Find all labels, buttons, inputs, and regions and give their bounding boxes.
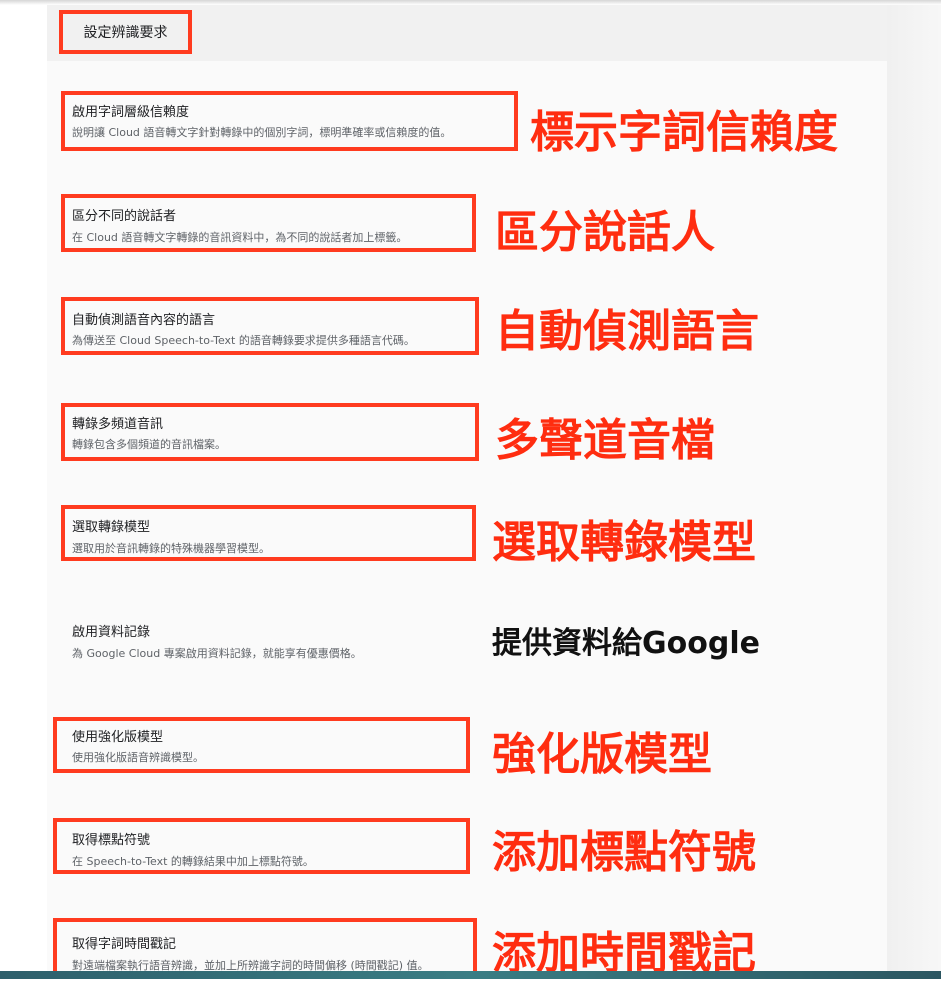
row-desc-language-detect: 為傳送至 Cloud Speech-to-Text 的語音轉錄要求提供多種語言代…	[72, 334, 415, 347]
row-desc-enhanced-model: 使用強化版語音辨識模型。	[72, 751, 204, 764]
annotation-multichannel: 多聲道音檔	[495, 415, 715, 466]
row-title-word-confidence[interactable]: 啟用字詞層級信賴度	[72, 101, 189, 120]
annotation-word-confidence: 標示字詞信賴度	[530, 107, 838, 158]
configure-request-label: 設定辨識要求	[83, 25, 168, 41]
highlight-box-multichannel	[61, 403, 479, 461]
row-desc-data-logging: 為 Google Cloud 專案啟用資料記錄，就能享有優惠價格。	[72, 647, 362, 660]
annotation-language-detect: 自動偵測語言	[495, 306, 759, 357]
row-title-data-logging[interactable]: 啟用資料記錄	[72, 621, 150, 640]
row-title-punctuation[interactable]: 取得標點符號	[72, 829, 150, 848]
right-margin	[887, 5, 941, 971]
bottom-taskbar	[0, 971, 941, 979]
row-desc-multichannel: 轉錄包含多個頻道的音訊檔案。	[72, 438, 226, 451]
row-title-multichannel[interactable]: 轉錄多頻道音訊	[72, 413, 163, 432]
annotation-data-logging: 提供資料給Google	[492, 626, 760, 661]
configure-request-tab[interactable]: 設定辨識要求	[59, 10, 192, 54]
row-title-diarization[interactable]: 區分不同的說話者	[72, 205, 176, 224]
row-title-timestamps[interactable]: 取得字詞時間戳記	[72, 933, 176, 952]
row-title-language-detect[interactable]: 自動偵測語音內容的語言	[72, 309, 215, 328]
annotation-punctuation: 添加標點符號	[492, 827, 756, 878]
row-desc-punctuation: 在 Speech-to-Text 的轉錄結果中加上標點符號。	[72, 855, 314, 868]
row-title-enhanced-model[interactable]: 使用強化版模型	[72, 726, 163, 745]
row-desc-word-confidence: 說明讓 Cloud 語音轉文字針對轉錄中的個別字詞，標明準確率或信賴度的值。	[72, 126, 452, 139]
annotation-diarization: 區分說話人	[495, 207, 715, 258]
highlight-box-word-confidence	[61, 91, 518, 151]
annotation-enhanced-model: 強化版模型	[492, 729, 712, 780]
row-desc-diarization: 在 Cloud 語音轉文字轉錄的音訊資料中，為不同的說話者加上標籤。	[72, 231, 408, 244]
left-margin	[0, 5, 47, 971]
annotation-select-model: 選取轉錄模型	[492, 517, 756, 568]
row-desc-select-model: 選取用於音訊轉錄的特殊機器學習模型。	[72, 542, 270, 555]
row-title-select-model[interactable]: 選取轉錄模型	[72, 516, 150, 535]
